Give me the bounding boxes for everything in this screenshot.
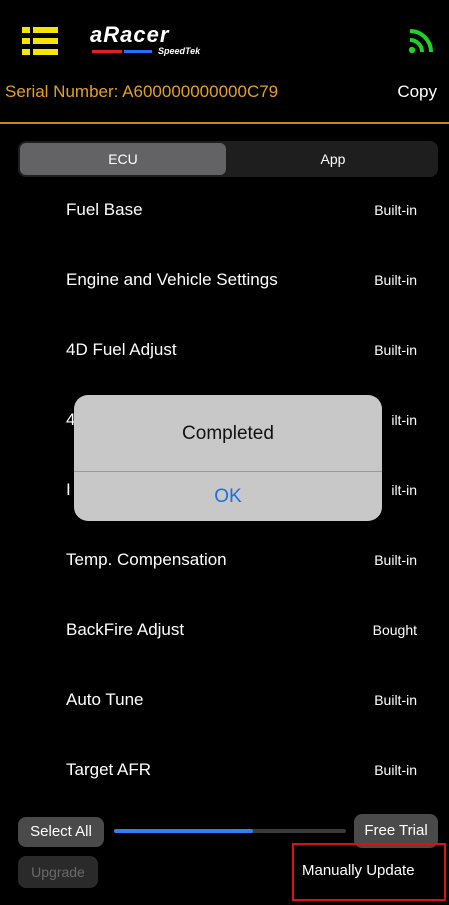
logo-stripe-red [92,50,122,53]
ecu-app-segmented-control: ECU App [18,141,438,177]
logo-text: aRacer [90,22,170,47]
item-status: Built-in [374,342,417,358]
logo-stripe-blue [124,50,152,53]
item-label: Auto Tune [66,690,144,709]
item-label: Target AFR [66,760,152,779]
update-progress-bar [114,829,346,833]
item-status: Bought [372,622,417,638]
progress-fill [114,829,254,833]
top-bar: aRacer SpeedTek [0,0,449,70]
upgrade-button[interactable]: Upgrade [18,856,98,888]
item-status: Built-in [374,552,417,568]
item-label: Temp. Compensation [66,550,227,569]
list-item-fuel-base[interactable]: Fuel Base Built-in [0,175,449,245]
item-label: Fuel Base [66,200,143,219]
alert-ok-button[interactable]: OK [74,472,382,521]
aracer-logo: aRacer SpeedTek [90,22,210,58]
item-status: ilt-in [391,412,417,428]
app-screen: aRacer SpeedTek Serial Number: A60000000… [0,0,449,905]
list-item-backfire-adjust[interactable]: BackFire Adjust Bought [0,595,449,665]
completed-alert-dialog: Completed OK [74,395,382,521]
item-label: BackFire Adjust [66,620,185,639]
item-status: Built-in [374,762,417,778]
serial-number-bar: Serial Number: A600000000000C79 Copy [0,70,449,124]
logo-subtext: SpeedTek [158,46,201,56]
alert-title: Completed [182,423,274,444]
item-status: Built-in [374,692,417,708]
tab-app[interactable]: App [230,143,436,175]
item-status: Built-in [374,272,417,288]
item-label: Engine and Vehicle Settings [66,270,278,289]
tab-ecu[interactable]: ECU [20,143,226,175]
manually-update-button[interactable]: Manually Update [302,862,415,879]
item-label: 4D Fuel Adjust [66,340,177,359]
list-item-engine-vehicle-settings[interactable]: Engine and Vehicle Settings Built-in [0,245,449,315]
wifi-signal-icon[interactable] [408,28,434,54]
list-item-target-afr[interactable]: Target AFR Built-in [0,735,449,805]
menu-icon[interactable] [22,25,58,57]
item-label: I [66,480,71,499]
copy-button[interactable]: Copy [397,82,437,102]
list-item-temp-compensation[interactable]: Temp. Compensation Built-in [0,525,449,595]
select-all-button[interactable]: Select All [18,817,104,847]
list-item-auto-tune[interactable]: Auto Tune Built-in [0,665,449,735]
item-status: ilt-in [391,482,417,498]
serial-number-label: Serial Number: A600000000000C79 [5,82,279,101]
list-item-4d-fuel-adjust[interactable]: 4D Fuel Adjust Built-in [0,315,449,385]
item-status: Built-in [374,202,417,218]
